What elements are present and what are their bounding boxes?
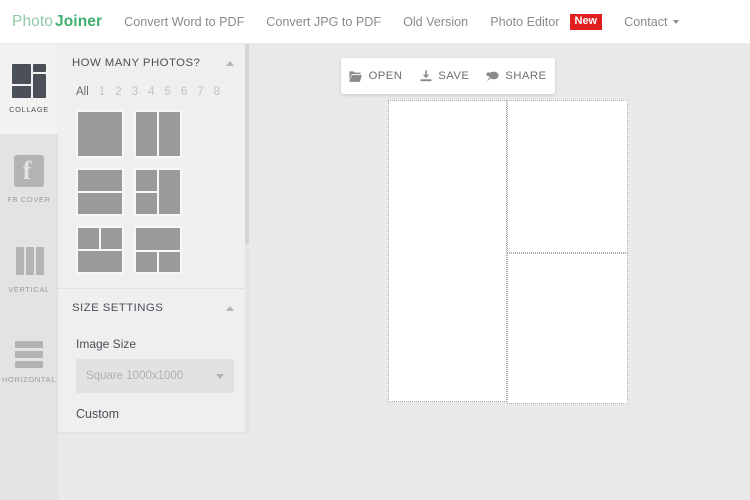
- size-settings-header[interactable]: SIZE SETTINGS: [72, 289, 234, 327]
- brand-logo-second: Joiner: [55, 12, 103, 30]
- nav-link-convert-jpg-to-pdf[interactable]: Convert JPG to PDF: [266, 11, 381, 33]
- share-button-label: SHARE: [505, 70, 547, 82]
- image-size-select-value: Square 1000x1000: [86, 370, 184, 382]
- photo-count-all[interactable]: All: [76, 86, 89, 98]
- size-settings-title: SIZE SETTINGS: [72, 302, 164, 314]
- brand-logo-first: Photo: [12, 12, 54, 30]
- folder-open-icon: [349, 70, 363, 83]
- vertical-bars-icon: [12, 244, 46, 278]
- workspace: COLLAGE f FB COVER VERTICAL HORIZONTAL H…: [0, 44, 750, 500]
- cell-left[interactable]: [388, 100, 507, 402]
- save-button[interactable]: SAVE: [413, 66, 475, 87]
- sidebar-item-fb-cover[interactable]: f FB COVER: [0, 134, 58, 224]
- photo-count-selector: All 1 2 3 4 5 6 7 8: [72, 82, 234, 108]
- photo-joiner-app: Photo Joiner Convert Word to PDF Convert …: [0, 0, 750, 500]
- open-button-label: OPEN: [368, 70, 403, 82]
- layout-thumbnail-6[interactable]: [134, 226, 182, 274]
- collage-icon: [12, 64, 46, 98]
- save-button-label: SAVE: [438, 70, 470, 82]
- cell-right-top[interactable]: [507, 100, 628, 253]
- nav-link-contact-label: Contact: [624, 14, 668, 29]
- top-navigation-bar: Photo Joiner Convert Word to PDF Convert …: [0, 0, 750, 44]
- nav-link-contact[interactable]: Contact: [624, 11, 679, 33]
- layout-thumbnail-5[interactable]: [76, 226, 124, 274]
- how-many-photos-header[interactable]: HOW MANY PHOTOS?: [72, 44, 234, 82]
- image-size-select[interactable]: Square 1000x1000: [76, 359, 234, 393]
- sidebar-item-fb-cover-label: FB COVER: [7, 195, 51, 204]
- layout-thumbnail-grid: [72, 108, 234, 288]
- nav-link-old-version[interactable]: Old Version: [403, 11, 468, 33]
- speech-bubble-icon: [486, 70, 499, 83]
- sidebar-item-vertical[interactable]: VERTICAL: [0, 224, 58, 314]
- layout-thumbnail-2[interactable]: [134, 110, 182, 158]
- photo-count-7[interactable]: 7: [197, 86, 203, 98]
- share-button[interactable]: SHARE: [480, 66, 552, 87]
- sidebar-item-horizontal[interactable]: HORIZONTAL: [0, 314, 58, 404]
- photo-count-2[interactable]: 2: [115, 86, 121, 98]
- cell-right-bottom[interactable]: [507, 253, 628, 404]
- photo-count-8[interactable]: 8: [214, 86, 220, 98]
- image-size-label: Image Size: [76, 337, 137, 351]
- mode-sidebar: COLLAGE f FB COVER VERTICAL HORIZONTAL: [0, 44, 58, 500]
- photo-count-3[interactable]: 3: [132, 86, 138, 98]
- new-badge: New: [569, 13, 603, 30]
- horizontal-bars-icon: [12, 334, 46, 368]
- photo-count-6[interactable]: 6: [181, 86, 187, 98]
- sidebar-item-horizontal-label: HORIZONTAL: [1, 375, 57, 384]
- brand-logo[interactable]: Photo Joiner: [12, 13, 102, 31]
- layout-thumbnail-3[interactable]: [76, 168, 124, 216]
- nav-link-photo-editor[interactable]: Photo Editor: [490, 11, 559, 33]
- custom-size-row: [72, 427, 234, 432]
- photo-count-4[interactable]: 4: [148, 86, 154, 98]
- facebook-icon: f: [12, 154, 46, 188]
- chevron-up-icon[interactable]: [226, 60, 234, 66]
- photo-count-1[interactable]: 1: [99, 86, 105, 98]
- photo-count-5[interactable]: 5: [164, 86, 170, 98]
- chevron-up-icon[interactable]: [226, 305, 234, 311]
- settings-panel: HOW MANY PHOTOS? All 1 2 3 4 5 6 7 8 SIZ…: [58, 44, 248, 432]
- custom-width-input[interactable]: [76, 427, 148, 432]
- layout-thumbnail-1[interactable]: [76, 110, 124, 158]
- nav-link-convert-word-to-pdf[interactable]: Convert Word to PDF: [124, 11, 244, 33]
- sidebar-item-collage[interactable]: COLLAGE: [0, 44, 58, 134]
- open-button[interactable]: OPEN: [343, 66, 408, 87]
- sidebar-item-vertical-label: VERTICAL: [8, 285, 50, 294]
- layout-thumbnail-4[interactable]: [134, 168, 182, 216]
- how-many-photos-section: HOW MANY PHOTOS? All 1 2 3 4 5 6 7 8: [58, 44, 248, 288]
- panel-scrollbar-thumb[interactable]: [245, 44, 249, 244]
- canvas-toolbar: OPEN SAVE SHARE: [341, 58, 555, 94]
- custom-size-label: Custom: [76, 407, 120, 421]
- download-icon: [419, 70, 432, 83]
- how-many-photos-title: HOW MANY PHOTOS?: [72, 57, 201, 69]
- collage-canvas[interactable]: [388, 100, 628, 404]
- caret-down-icon: [216, 374, 224, 379]
- size-settings-section: SIZE SETTINGS Image Size Square 1000x100…: [58, 289, 248, 432]
- custom-height-input[interactable]: [162, 427, 234, 432]
- sidebar-item-collage-label: COLLAGE: [9, 105, 49, 114]
- chevron-down-icon: [672, 20, 679, 25]
